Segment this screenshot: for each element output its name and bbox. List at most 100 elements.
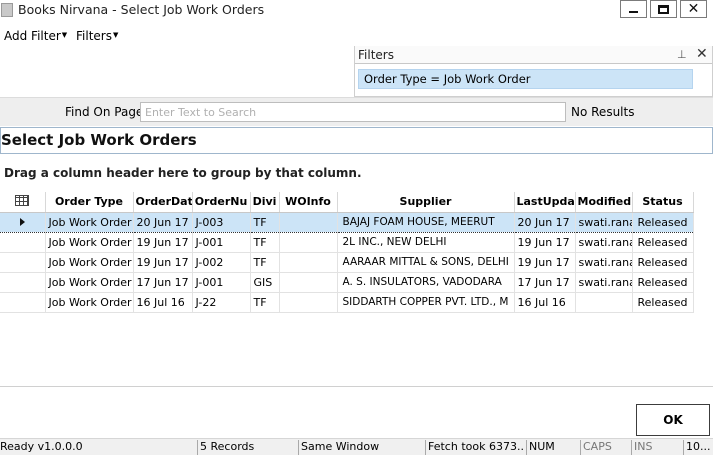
cell-modified: swati.rana [575, 211, 633, 233]
cell-supplier: BAJAJ FOAM HOUSE, MEERUT [337, 211, 515, 233]
cell-last-updated: 17 Jun 17 [514, 272, 576, 293]
cell-modified: swati.rana [575, 232, 633, 253]
cell-modified [575, 292, 633, 313]
status-window-mode: Same Window [298, 440, 424, 455]
cell-supplier: SIDDARTH COPPER PVT. LTD., M [337, 292, 515, 313]
table-row[interactable]: Job Work Order 20 Jun 17 J-003 TF BAJAJ … [0, 211, 694, 233]
cell-status: Released [632, 292, 694, 313]
cell-division: GIS [250, 272, 280, 293]
cell-order-date: 17 Jun 17 [133, 272, 193, 293]
filters-label: Filters [76, 29, 112, 43]
row-indicator [0, 252, 46, 273]
minimize-icon [629, 11, 638, 13]
filters-menu[interactable]: Filters▼ [76, 29, 118, 43]
status-records: 5 Records [197, 440, 297, 455]
cell-modified: swati.rana [575, 272, 633, 293]
orders-grid: Order Type OrderDat OrderNu Divi WOInfo … [0, 192, 694, 313]
column-header-order-number[interactable]: OrderNu [192, 192, 251, 213]
cell-order-date: 20 Jun 17 [133, 211, 193, 233]
cell-status: Released [632, 232, 694, 253]
status-fetch-time: Fetch took 6373... [425, 440, 525, 455]
column-header-supplier[interactable]: Supplier [337, 192, 515, 213]
row-indicator [0, 211, 46, 233]
search-result-text: No Results [571, 105, 635, 119]
cell-order-number: J-003 [192, 211, 251, 233]
cell-wo-info [279, 232, 338, 253]
group-by-hint: Drag a column header here to group by th… [4, 166, 362, 180]
maximize-icon [658, 4, 669, 14]
column-chooser[interactable] [0, 192, 46, 213]
cell-order-date: 19 Jun 17 [133, 232, 193, 253]
status-extra: 10... [683, 440, 713, 455]
title-bar: Books Nirvana - Select Job Work Orders ✕ [0, 0, 713, 22]
pin-icon[interactable]: ⊥ [677, 48, 687, 61]
maximize-button[interactable] [650, 0, 677, 18]
cell-order-type: Job Work Order [45, 252, 134, 273]
add-filter-menu[interactable]: Add Filter▼ [4, 29, 67, 43]
cell-last-updated: 19 Jun 17 [514, 252, 576, 273]
cell-wo-info [279, 292, 338, 313]
cell-division: TF [250, 292, 280, 313]
filters-panel: Filters ⊥ ✕ Order Type = Job Work Order [354, 46, 713, 97]
filters-panel-header: Filters ⊥ ✕ [355, 46, 712, 64]
cell-order-number: J-001 [192, 232, 251, 253]
chevron-down-icon: ▼ [61, 31, 68, 39]
close-button[interactable]: ✕ [680, 0, 707, 18]
status-ins: INS [631, 440, 682, 455]
column-header-wo-info[interactable]: WOInfo [279, 192, 338, 213]
cell-supplier: A. S. INSULATORS, VADODARA [337, 272, 515, 293]
cell-modified: swati.rana [575, 252, 633, 273]
column-header-order-type[interactable]: Order Type [45, 192, 134, 213]
cell-division: TF [250, 252, 280, 273]
app-icon [1, 3, 13, 17]
current-row-icon [19, 217, 25, 226]
chevron-down-icon: ▼ [112, 31, 119, 39]
cell-last-updated: 16 Jul 16 [514, 292, 576, 313]
status-caps: CAPS [580, 440, 630, 455]
filter-item[interactable]: Order Type = Job Work Order [358, 69, 693, 89]
minimize-button[interactable] [620, 0, 647, 18]
cell-order-type: Job Work Order [45, 292, 134, 313]
cell-status: Released [632, 211, 694, 233]
table-row[interactable]: Job Work Order 16 Jul 16 J-22 TF SIDDART… [0, 292, 694, 313]
cell-order-date: 16 Jul 16 [133, 292, 193, 313]
page-title: Select Job Work Orders [0, 127, 713, 154]
row-indicator [0, 232, 46, 253]
cell-supplier: 2L INC., NEW DELHI [337, 232, 515, 253]
cell-division: TF [250, 232, 280, 253]
cell-order-number: J-002 [192, 252, 251, 273]
cell-wo-info [279, 211, 338, 233]
cell-order-type: Job Work Order [45, 232, 134, 253]
find-label: Find On Page [65, 105, 144, 119]
cell-order-type: Job Work Order [45, 272, 134, 293]
grid-divider [0, 386, 713, 387]
cell-supplier: AARAAR MITTAL & SONS, DELHI [337, 252, 515, 273]
cell-wo-info [279, 252, 338, 273]
table-row[interactable]: Job Work Order 19 Jun 17 J-002 TF AARAAR… [0, 252, 694, 273]
status-num: NUM [526, 440, 579, 455]
row-indicator [0, 292, 46, 313]
cell-status: Released [632, 252, 694, 273]
column-header-modified[interactable]: Modified [575, 192, 633, 213]
cell-wo-info [279, 272, 338, 293]
row-indicator [0, 272, 46, 293]
table-row[interactable]: Job Work Order 17 Jun 17 J-001 GIS A. S.… [0, 272, 694, 293]
column-header-division[interactable]: Divi [250, 192, 280, 213]
column-header-status[interactable]: Status [632, 192, 694, 213]
cell-order-type: Job Work Order [45, 211, 134, 233]
ok-button[interactable]: OK [636, 404, 710, 436]
page-title-text: Select Job Work Orders [1, 131, 197, 149]
status-bar: Ready v1.0.0.0 5 Records Same Window Fet… [0, 438, 713, 455]
window-title: Books Nirvana - Select Job Work Orders [18, 2, 265, 17]
filters-panel-close-icon[interactable]: ✕ [696, 46, 708, 62]
column-header-last-updated[interactable]: LastUpdat [514, 192, 576, 213]
grid-header-row: Order Type OrderDat OrderNu Divi WOInfo … [0, 192, 694, 213]
cell-order-date: 19 Jun 17 [133, 252, 193, 273]
find-bar: Find On Page No Results [0, 97, 713, 126]
column-header-order-date[interactable]: OrderDat [133, 192, 193, 213]
close-icon: ✕ [687, 1, 700, 17]
cell-last-updated: 20 Jun 17 [514, 211, 576, 233]
cell-last-updated: 19 Jun 17 [514, 232, 576, 253]
table-row[interactable]: Job Work Order 19 Jun 17 J-001 TF 2L INC… [0, 232, 694, 253]
search-input[interactable] [140, 102, 566, 122]
